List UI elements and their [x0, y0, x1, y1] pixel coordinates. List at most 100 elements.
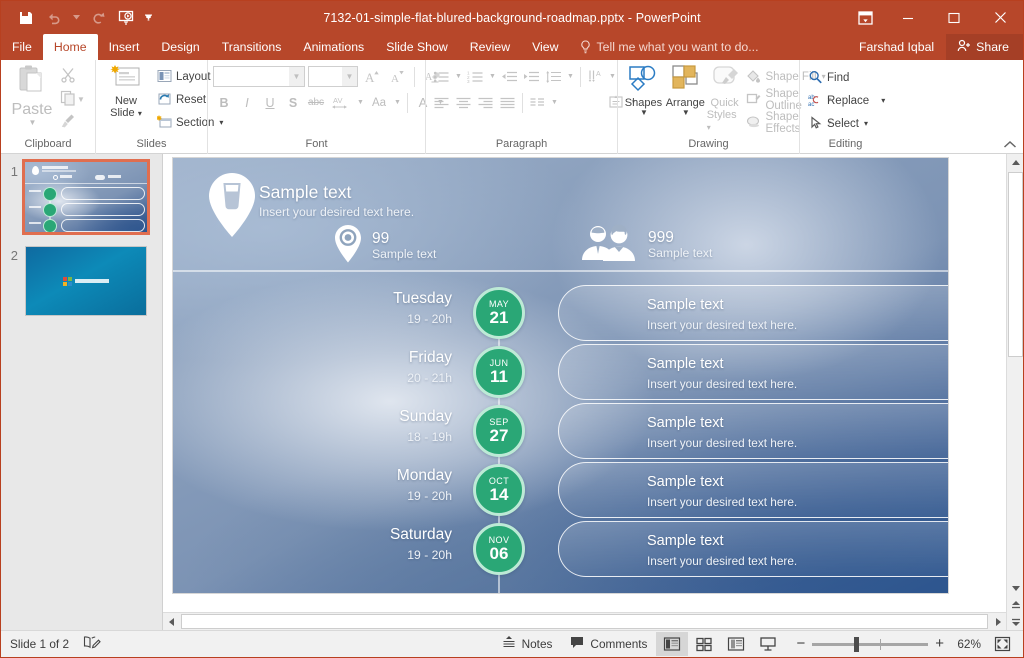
horizontal-scrollbar-thumb[interactable] — [181, 614, 988, 629]
minimize-button[interactable] — [885, 1, 931, 34]
milestone-badge[interactable]: OCT 14 — [473, 464, 525, 516]
font-name-dropdown-icon[interactable]: ▼ — [289, 67, 304, 86]
timeline-card[interactable]: Sample text Insert your desired text her… — [558, 521, 948, 577]
close-button[interactable] — [977, 1, 1023, 34]
character-spacing-dropdown-icon[interactable]: ▼ — [355, 92, 366, 113]
zoom-slider[interactable] — [812, 636, 929, 652]
new-slide-button[interactable]: New Slide ▾ — [101, 64, 151, 119]
columns-button[interactable] — [527, 92, 548, 113]
tab-slide-show[interactable]: Slide Show — [375, 34, 459, 60]
bold-button[interactable]: B — [213, 92, 235, 113]
font-name-combo[interactable]: ▼ — [213, 66, 305, 87]
font-size-dropdown-icon[interactable]: ▼ — [342, 67, 357, 86]
milestone-badge[interactable]: JUN 11 — [473, 346, 525, 398]
arrange-button[interactable]: Arrange ▼ — [665, 64, 706, 117]
tab-insert[interactable]: Insert — [98, 34, 151, 60]
find-button[interactable]: Find — [805, 67, 888, 89]
milestone-badge[interactable]: SEP 27 — [473, 405, 525, 457]
line-spacing-button[interactable] — [543, 66, 564, 87]
increase-font-size-button[interactable]: A — [361, 66, 383, 87]
zoom-control[interactable]: − + 62% — [784, 636, 989, 652]
start-presentation-icon[interactable] — [113, 6, 139, 30]
maximize-button[interactable] — [931, 1, 977, 34]
next-slide-icon[interactable] — [1007, 613, 1023, 630]
paste-button[interactable]: Paste ▼ — [6, 64, 58, 127]
slide-sorter-view-button[interactable] — [688, 632, 720, 656]
previous-slide-icon[interactable] — [1007, 596, 1023, 613]
copy-button[interactable]: ▼ — [60, 90, 85, 110]
redo-icon[interactable] — [85, 6, 111, 30]
scroll-left-icon[interactable] — [163, 613, 180, 630]
timeline-card[interactable]: Sample text Insert your desired text her… — [558, 462, 948, 518]
collapse-ribbon-icon[interactable] — [1003, 137, 1017, 151]
font-size-combo[interactable]: ▼ — [308, 66, 358, 87]
timeline-row[interactable]: Tuesday 19 - 20h MAY 21 Sample text Inse… — [173, 284, 948, 343]
slide-thumbnail-1[interactable] — [22, 159, 150, 235]
timeline-row[interactable]: Saturday 19 - 20h NOV 06 Sample text Ins… — [173, 520, 948, 579]
character-spacing-button[interactable]: AV — [328, 92, 354, 113]
tell-me-box[interactable]: Tell me what you want to do... — [570, 34, 769, 60]
quick-styles-button[interactable]: Quick Styles ▾ — [707, 64, 743, 133]
text-shadow-button[interactable]: S — [282, 92, 304, 113]
numbering-dropdown-icon[interactable]: ▼ — [487, 66, 498, 87]
zoom-out-button[interactable]: − — [796, 636, 805, 651]
vertical-scrollbar[interactable] — [1006, 154, 1023, 630]
scroll-right-icon[interactable] — [989, 613, 1006, 630]
customize-qat-icon[interactable] — [141, 6, 155, 30]
align-left-button[interactable] — [431, 92, 452, 113]
bullets-dropdown-icon[interactable]: ▼ — [453, 66, 464, 87]
tab-home[interactable]: Home — [42, 34, 98, 60]
tab-design[interactable]: Design — [150, 34, 210, 60]
change-case-dropdown-icon[interactable]: ▼ — [392, 92, 403, 113]
slide-canvas[interactable]: Sample text Insert your desired text her… — [163, 154, 1023, 630]
numbering-button[interactable]: 123 — [465, 66, 486, 87]
zoom-slider-handle[interactable] — [854, 636, 860, 652]
zoom-in-button[interactable]: + — [935, 636, 944, 651]
normal-view-button[interactable] — [656, 632, 689, 656]
cut-button[interactable] — [60, 67, 85, 87]
center-button[interactable] — [453, 92, 474, 113]
decrease-indent-button[interactable] — [499, 66, 520, 87]
undo-dropdown-icon[interactable] — [69, 6, 83, 30]
text-direction-button[interactable]: A — [585, 66, 606, 87]
copy-dropdown-icon[interactable]: ▼ — [77, 96, 85, 104]
list-item[interactable]: 1 — [1, 159, 162, 246]
change-case-button[interactable]: Aa — [367, 92, 391, 113]
tab-review[interactable]: Review — [459, 34, 521, 60]
timeline-card[interactable]: Sample text Insert your desired text her… — [558, 285, 948, 341]
replace-button[interactable]: ab ac Replace ▾ — [805, 90, 888, 112]
increase-indent-button[interactable] — [521, 66, 542, 87]
undo-icon[interactable] — [41, 6, 67, 30]
timeline-card[interactable]: Sample text Insert your desired text her… — [558, 403, 948, 459]
tab-view[interactable]: View — [521, 34, 569, 60]
accessibility-checker-icon[interactable] — [83, 635, 101, 653]
fit-slide-to-window-button[interactable] — [989, 632, 1015, 656]
columns-dropdown-icon[interactable]: ▼ — [549, 92, 560, 113]
slide-show-view-button[interactable] — [752, 632, 784, 656]
tab-file[interactable]: File — [1, 34, 43, 60]
reading-view-button[interactable] — [720, 632, 752, 656]
vertical-scrollbar-thumb[interactable] — [1008, 172, 1023, 357]
save-icon[interactable] — [13, 6, 39, 30]
user-name[interactable]: Farshad Iqbal — [847, 40, 946, 54]
notes-button[interactable]: Notes — [493, 632, 562, 656]
zoom-level-label[interactable]: 62% — [951, 637, 981, 651]
shapes-button[interactable]: Shapes ▼ — [623, 64, 664, 117]
scroll-up-icon[interactable] — [1007, 154, 1023, 171]
timeline-row[interactable]: Monday 19 - 20h OCT 14 Sample text Inser… — [173, 461, 948, 520]
timeline-card[interactable]: Sample text Insert your desired text her… — [558, 344, 948, 400]
paste-dropdown-icon[interactable]: ▼ — [29, 119, 37, 127]
milestone-badge[interactable]: MAY 21 — [473, 287, 525, 339]
underline-button[interactable]: U — [259, 92, 281, 113]
format-painter-button[interactable] — [60, 113, 85, 133]
timeline-row[interactable]: Friday 20 - 21h JUN 11 Sample text Inser… — [173, 343, 948, 402]
milestone-badge[interactable]: NOV 06 — [473, 523, 525, 575]
slide-thumbnail-2[interactable] — [25, 246, 147, 316]
decrease-font-size-button[interactable]: A — [386, 66, 408, 87]
select-button[interactable]: Select ▾ — [805, 113, 888, 135]
italic-button[interactable]: I — [236, 92, 258, 113]
timeline-row[interactable]: Sunday 18 - 19h SEP 27 Sample text Inser… — [173, 402, 948, 461]
ribbon-display-options-icon[interactable] — [845, 1, 885, 34]
share-button[interactable]: Share — [946, 34, 1023, 60]
scroll-down-icon[interactable] — [1007, 579, 1023, 596]
